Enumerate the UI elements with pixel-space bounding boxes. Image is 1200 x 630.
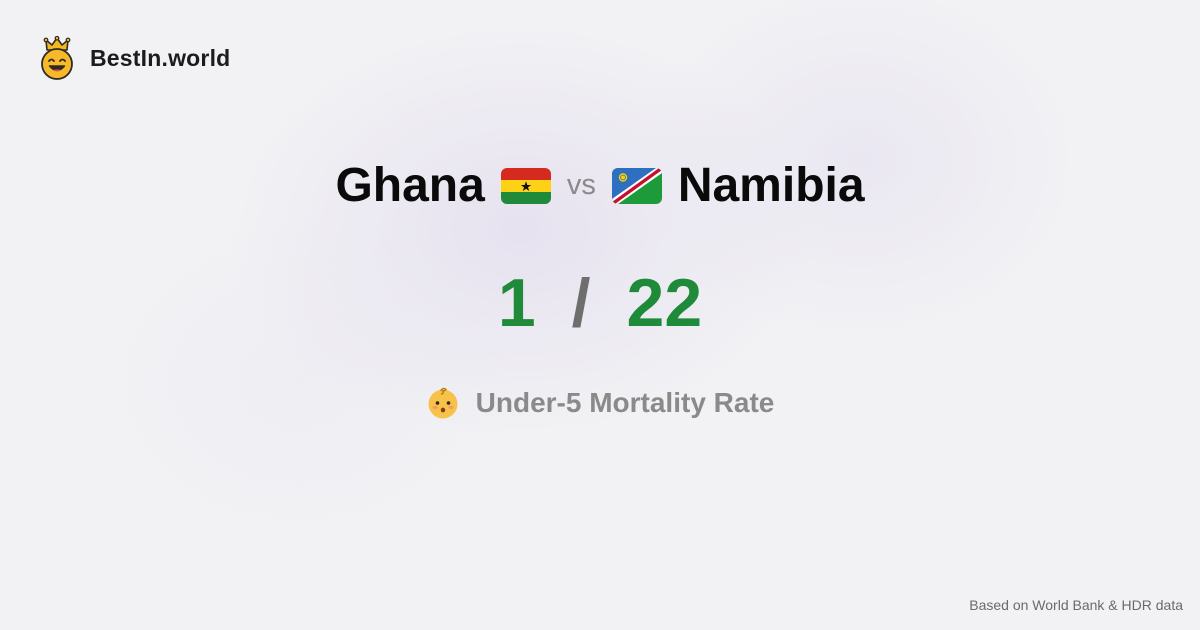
ghana-flag-icon — [500, 167, 551, 204]
vs-label: vs — [566, 169, 596, 201]
brand[interactable]: BestIn.world — [38, 36, 230, 80]
country-a-score: 1 — [497, 265, 536, 341]
crowned-smiley-icon — [41, 36, 73, 80]
brand-name: BestIn.world — [90, 44, 231, 71]
country-a-name: Ghana — [335, 159, 485, 212]
score-row: 1 / 22 — [0, 264, 1200, 342]
country-b-name: Namibia — [677, 159, 865, 212]
metric-label: Under-5 Mortality Rate — [475, 387, 775, 418]
score-separator: / — [571, 265, 591, 341]
comparison-title: Ghana vs Namibia — [0, 158, 1200, 213]
country-b-score: 22 — [626, 265, 703, 341]
data-source-note: Based on World Bank & HDR data — [969, 597, 1183, 613]
baby-face-icon — [428, 387, 458, 419]
namibia-flag-icon — [611, 167, 662, 204]
metric: Under-5 Mortality Rate — [0, 386, 1200, 420]
